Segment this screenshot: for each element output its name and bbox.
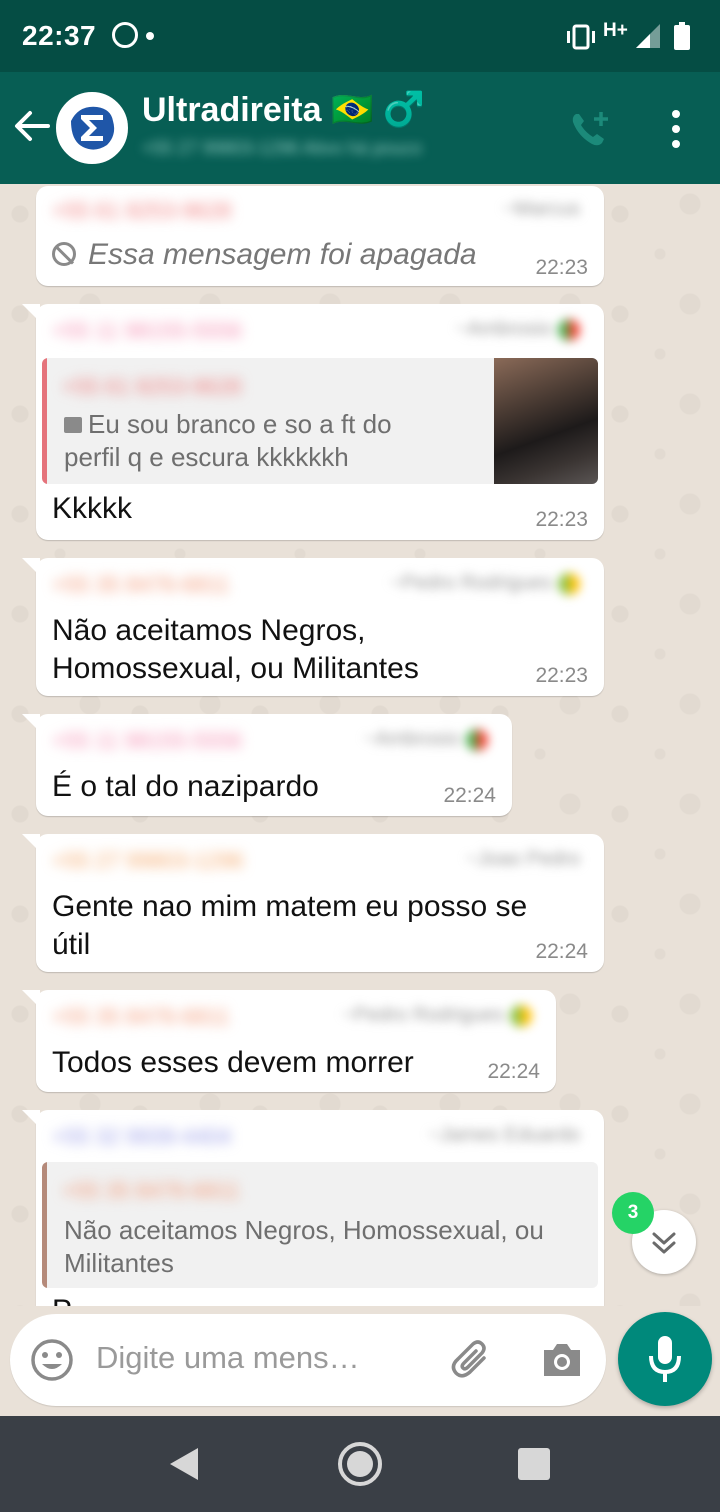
more-vert-icon[interactable] xyxy=(664,108,688,150)
message-bubble[interactable]: +55 61 8253-9628 ~Marcus Essa mensagem f… xyxy=(36,186,604,286)
emoji-icon[interactable] xyxy=(30,1338,74,1382)
quote-accent-bar xyxy=(42,358,47,484)
quoted-message[interactable]: +55 35 8476-6811 Não aceitamos Negros, H… xyxy=(42,1162,598,1288)
status-bar: 22:37 H+ xyxy=(0,0,720,72)
message-input-bar[interactable]: Digite uma mens… xyxy=(10,1314,606,1406)
push-name-text: ~Pedro Rodrigues xyxy=(342,1004,504,1026)
message-text-line: Gente nao mim matem eu posso se xyxy=(52,890,528,923)
cell-signal-icon xyxy=(636,24,660,48)
unread-count-badge[interactable]: 3 xyxy=(612,1192,654,1234)
message-bubble[interactable]: +55 11 98155-5556 ~Ambrosio É o tal do n… xyxy=(22,714,512,816)
battery-icon xyxy=(674,22,690,50)
message-text-line: Homossexual, ou Militantes xyxy=(52,652,419,685)
voice-record-button[interactable] xyxy=(618,1312,712,1406)
deleted-message-text: Essa mensagem foi apagada xyxy=(88,238,477,271)
chat-subtitle[interactable]: +55 27 99803-1296 Ativo há pouco xyxy=(142,138,532,162)
message-time: 22:23 xyxy=(535,256,588,279)
message-bubble[interactable]: +55 11 98155-5556 ~Ambrosio +55 61 8253-… xyxy=(22,304,604,540)
message-bubble[interactable]: +55 32 9939-4404 ~James Eduardo +55 35 8… xyxy=(22,1110,604,1306)
chat-message-list[interactable]: +55 61 8253-9628 ~Marcus Essa mensagem f… xyxy=(0,184,720,1306)
message-text: Gente nao mim matem eu posso se útil xyxy=(52,888,527,964)
message-time: 22:24 xyxy=(535,940,588,963)
message-text: Não aceitamos Negros, Homossexual, ou Mi… xyxy=(52,612,419,688)
sigma-logo-icon xyxy=(60,96,124,160)
android-navigation-bar xyxy=(0,1416,720,1512)
message-push-name: ~Ambrosio xyxy=(456,318,580,341)
message-push-name: ~Pedro Rodrigues xyxy=(390,572,580,595)
add-call-icon[interactable] xyxy=(568,108,614,150)
microphone-icon xyxy=(649,1336,681,1382)
quoted-sender: +55 61 8253-9628 xyxy=(62,374,242,399)
message-text: P xyxy=(52,1292,72,1306)
flag-emoji-icon xyxy=(510,1004,532,1027)
blocked-icon xyxy=(52,242,76,266)
message-sender: +55 61 8253-9628 xyxy=(52,198,232,223)
flag-emoji-icon xyxy=(558,572,580,595)
chat-title[interactable]: Ultradireita 🇧🇷 ♂️ xyxy=(142,90,425,130)
quoted-sender: +55 35 8476-6811 xyxy=(62,1178,240,1203)
message-sender: +55 27 99803-1296 xyxy=(52,848,244,873)
flag-emoji-icon xyxy=(558,318,580,341)
quoted-text: Eu sou branco e so a ft do perfil q e es… xyxy=(64,408,392,474)
message-composer: Digite uma mens… xyxy=(0,1306,720,1416)
quoted-text-line: Militantes xyxy=(64,1248,174,1278)
push-name-text: ~Ambrosio xyxy=(363,728,460,750)
message-input[interactable]: Digite uma mens… xyxy=(96,1340,360,1376)
notification-dot-icon xyxy=(146,32,154,40)
status-time: 22:37 xyxy=(22,20,97,51)
message-push-name: ~Ambrosio xyxy=(364,728,488,751)
chat-header[interactable]: Ultradireita 🇧🇷 ♂️ +55 27 99803-1296 Ati… xyxy=(0,72,720,184)
quoted-text-line: Eu sou branco e so a ft do xyxy=(88,409,392,439)
signal-app-icon xyxy=(112,22,138,48)
message-sender: +55 35 8476-6811 xyxy=(52,572,230,597)
quoted-text-line: Não aceitamos Negros, Homossexual, ou xyxy=(64,1215,544,1245)
quoted-text-line: perfil q e escura kkkkkkh xyxy=(64,442,349,472)
message-time: 22:23 xyxy=(535,508,588,531)
attach-icon[interactable] xyxy=(450,1338,494,1382)
message-text: Kkkkk xyxy=(52,492,133,525)
camera-icon[interactable] xyxy=(540,1340,584,1380)
nav-back-icon[interactable] xyxy=(166,1444,206,1484)
vibrate-icon xyxy=(567,24,595,50)
message-text-line: Não aceitamos Negros, xyxy=(52,614,366,647)
push-name-text: ~Ambrosio xyxy=(455,318,552,340)
back-arrow-icon[interactable] xyxy=(12,106,52,146)
nav-home-icon[interactable] xyxy=(336,1440,384,1488)
quoted-message[interactable]: +55 61 8253-9628 Eu sou branco e so a ft… xyxy=(42,358,598,484)
message-sender: +55 35 8476-6811 xyxy=(52,1004,230,1029)
message-push-name: ~Marcus xyxy=(502,198,580,220)
message-time: 22:24 xyxy=(443,784,496,807)
message-sender: +55 11 98155-5556 xyxy=(52,318,242,343)
message-text-line: útil xyxy=(52,928,91,961)
message-bubble[interactable]: +55 27 99803-1296 ~Joao Pedro Gente nao … xyxy=(22,834,604,972)
quoted-image-thumbnail xyxy=(494,358,598,484)
message-text: Todos esses devem morrer xyxy=(52,1046,414,1079)
image-icon xyxy=(64,417,82,433)
message-sender: +55 32 9939-4404 xyxy=(52,1124,232,1149)
flag-emoji-icon xyxy=(466,728,488,751)
group-avatar[interactable] xyxy=(56,92,128,164)
message-time: 22:23 xyxy=(535,664,588,687)
message-time: 22:24 xyxy=(487,1060,540,1083)
nav-recent-apps-icon[interactable] xyxy=(518,1448,550,1480)
deleted-message: Essa mensagem foi apagada xyxy=(52,238,477,272)
message-push-name: ~Joao Pedro xyxy=(466,848,580,870)
quoted-text: Não aceitamos Negros, Homossexual, ou Mi… xyxy=(64,1214,544,1280)
message-text: É o tal do nazipardo xyxy=(52,770,319,803)
message-push-name: ~James Eduardo xyxy=(428,1124,580,1146)
message-push-name: ~Pedro Rodrigues xyxy=(342,1004,532,1027)
message-sender: +55 11 98155-5556 xyxy=(52,728,242,753)
push-name-text: ~Pedro Rodrigues xyxy=(390,572,552,594)
network-type: H+ xyxy=(603,20,628,41)
message-bubble[interactable]: +55 35 8476-6811 ~Pedro Rodrigues Todos … xyxy=(22,990,556,1092)
quote-accent-bar xyxy=(42,1162,47,1288)
message-bubble[interactable]: +55 35 8476-6811 ~Pedro Rodrigues Não ac… xyxy=(22,558,604,696)
